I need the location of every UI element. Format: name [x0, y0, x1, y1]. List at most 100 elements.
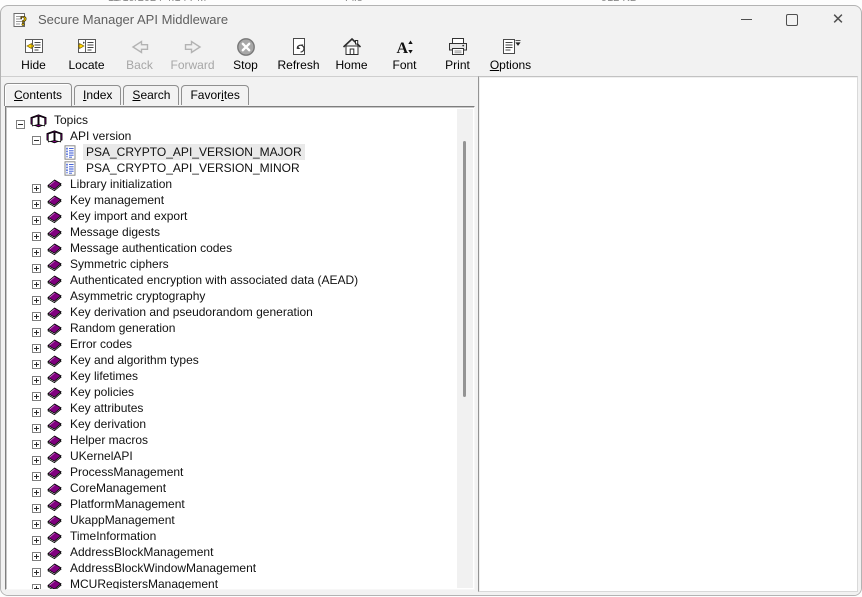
expand-icon[interactable]	[32, 564, 41, 577]
tree-item-label[interactable]: ProcessManagement	[67, 464, 186, 480]
tree-item-label[interactable]: Message digests	[67, 224, 163, 240]
tree-item[interactable]: Topics	[16, 112, 457, 129]
expand-icon[interactable]	[32, 468, 41, 481]
tree-item-label[interactable]: MCURegistersManagement	[67, 576, 221, 589]
tree-item[interactable]: Message authentication codes	[16, 240, 457, 257]
tree-item-label[interactable]: AddressBlockManagement	[67, 544, 216, 560]
stop-button[interactable]: Stop	[219, 34, 272, 73]
expand-icon[interactable]	[32, 308, 41, 321]
tree-item[interactable]: Library initialization	[16, 176, 457, 193]
tree-item-label[interactable]: UkappManagement	[67, 512, 178, 528]
tab-contents[interactable]: Contents	[4, 83, 73, 106]
expand-icon[interactable]	[32, 404, 41, 417]
tree-item-label[interactable]: AddressBlockWindowManagement	[67, 560, 259, 576]
expand-icon[interactable]	[32, 212, 41, 225]
tree-item-label[interactable]: PlatformManagement	[67, 496, 188, 512]
tree-item-label[interactable]: CoreManagement	[67, 480, 169, 496]
tree-item-label[interactable]: UKernelAPI	[67, 448, 136, 464]
minimize-button[interactable]	[723, 6, 769, 33]
tree-item[interactable]: AddressBlockWindowManagement	[16, 560, 457, 577]
tree-item[interactable]: Random generation	[16, 320, 457, 337]
tree-item[interactable]: Symmetric ciphers	[16, 256, 457, 273]
tab-index[interactable]: Index	[74, 85, 122, 105]
tree-item[interactable]: Key derivation	[16, 416, 457, 433]
expand-icon[interactable]	[32, 548, 41, 561]
tree-item[interactable]: ProcessManagement	[16, 464, 457, 481]
tree-item[interactable]: Key management	[16, 192, 457, 209]
expand-icon[interactable]	[32, 532, 41, 545]
tree-item-label[interactable]: Symmetric ciphers	[67, 256, 172, 272]
tree-scrollbar[interactable]	[457, 109, 473, 588]
expand-icon[interactable]	[32, 452, 41, 465]
tree-item-label[interactable]: Message authentication codes	[67, 240, 235, 256]
tree-item[interactable]: Authenticated encryption with associated…	[16, 272, 457, 289]
tree-item-label[interactable]: Authenticated encryption with associated…	[67, 272, 361, 288]
tree-scrollbar-thumb[interactable]	[463, 141, 466, 397]
expand-icon[interactable]	[32, 516, 41, 529]
tree-item[interactable]: Key lifetimes	[16, 368, 457, 385]
tree-item-label[interactable]: Topics	[51, 112, 91, 128]
expand-icon[interactable]	[32, 228, 41, 241]
tree-item-label[interactable]: Helper macros	[67, 432, 151, 448]
expand-icon[interactable]	[32, 180, 41, 193]
expand-icon[interactable]	[32, 580, 41, 589]
expand-icon[interactable]	[32, 324, 41, 337]
tree-item[interactable]: Key and algorithm types	[16, 352, 457, 369]
collapse-icon[interactable]	[32, 132, 41, 145]
tree-item[interactable]: TimeInformation	[16, 528, 457, 545]
expand-icon[interactable]	[32, 356, 41, 369]
tree-item-label[interactable]: Key attributes	[67, 400, 146, 416]
tree-item[interactable]: API version	[16, 128, 457, 145]
tree-item[interactable]: AddressBlockManagement	[16, 544, 457, 561]
expand-icon[interactable]	[32, 500, 41, 513]
expand-icon[interactable]	[32, 260, 41, 273]
expand-icon[interactable]	[32, 388, 41, 401]
tab-search[interactable]: Search	[123, 85, 180, 105]
tree-item-label[interactable]: Key and algorithm types	[67, 352, 202, 368]
tree-item[interactable]: UkappManagement	[16, 512, 457, 529]
tree-item[interactable]: PlatformManagement	[16, 496, 457, 513]
tree-item[interactable]: Message digests	[16, 224, 457, 241]
tree-item[interactable]: Key import and export	[16, 208, 457, 225]
expand-icon[interactable]	[32, 484, 41, 497]
title-bar[interactable]: ? Secure Manager API Middleware ✕	[1, 6, 861, 33]
hide-button[interactable]: Hide	[7, 34, 60, 73]
maximize-button[interactable]	[769, 6, 815, 33]
tree-item[interactable]: PSA_CRYPTO_API_VERSION_MAJOR	[16, 144, 457, 160]
tree-item-label[interactable]: TimeInformation	[67, 528, 159, 544]
expand-icon[interactable]	[32, 340, 41, 353]
tree-item[interactable]: Key derivation and pseudorandom generati…	[16, 304, 457, 321]
tree-item[interactable]: Helper macros	[16, 432, 457, 449]
tree-item-label[interactable]: Key policies	[67, 384, 137, 400]
locate-button[interactable]: Locate	[60, 34, 113, 73]
tree-item-label[interactable]: Error codes	[67, 336, 135, 352]
topic-content-pane[interactable]	[478, 76, 858, 592]
tree-item-label[interactable]: PSA_CRYPTO_API_VERSION_MINOR	[83, 160, 303, 176]
tree-item-label[interactable]: Key import and export	[67, 208, 190, 224]
font-button[interactable]: A Font	[378, 34, 431, 73]
tree-item-label[interactable]: Key derivation and pseudorandom generati…	[67, 304, 316, 320]
tree-item[interactable]: Error codes	[16, 336, 457, 353]
tree-item[interactable]: UKernelAPI	[16, 448, 457, 465]
tree-item-label[interactable]: Asymmetric cryptography	[67, 288, 208, 304]
tree-item-label[interactable]: API version	[67, 128, 134, 144]
home-button[interactable]: Home	[325, 34, 378, 73]
tab-favorites[interactable]: Favorites	[181, 85, 249, 105]
tree-item[interactable]: PSA_CRYPTO_API_VERSION_MINOR	[16, 160, 457, 176]
tree-item[interactable]: Key policies	[16, 384, 457, 401]
tree-item-label[interactable]: PSA_CRYPTO_API_VERSION_MAJOR	[83, 144, 305, 160]
tree-item-label[interactable]: Random generation	[67, 320, 178, 336]
refresh-button[interactable]: Refresh	[272, 34, 325, 73]
expand-icon[interactable]	[32, 436, 41, 449]
expand-icon[interactable]	[32, 372, 41, 385]
expand-icon[interactable]	[32, 244, 41, 257]
expand-icon[interactable]	[32, 420, 41, 433]
tree-item[interactable]: CoreManagement	[16, 480, 457, 497]
tree-item-label[interactable]: Key management	[67, 192, 167, 208]
collapse-icon[interactable]	[16, 116, 25, 129]
print-button[interactable]: Print	[431, 34, 484, 73]
tree-item-label[interactable]: Library initialization	[67, 176, 175, 192]
options-button[interactable]: Options	[484, 34, 537, 73]
close-button[interactable]: ✕	[815, 6, 861, 33]
tree-item[interactable]: MCURegistersManagement	[16, 576, 457, 589]
